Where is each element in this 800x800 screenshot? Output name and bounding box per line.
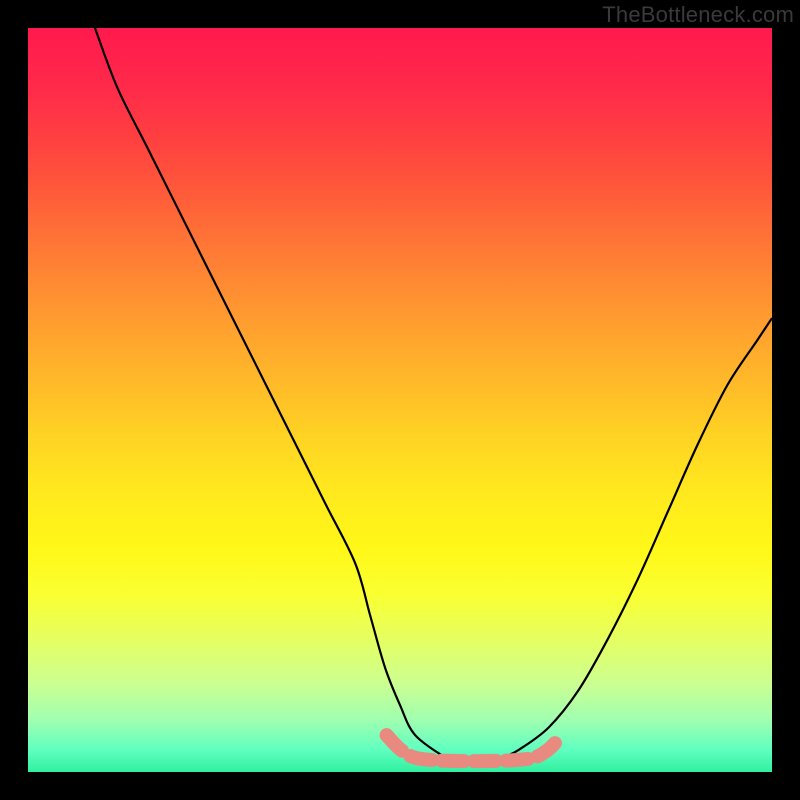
watermark-text: TheBottleneck.com — [602, 2, 794, 28]
chart-plot-area — [28, 28, 772, 772]
bottleneck-chart — [28, 28, 772, 772]
bottleneck-curve-line — [95, 28, 772, 765]
